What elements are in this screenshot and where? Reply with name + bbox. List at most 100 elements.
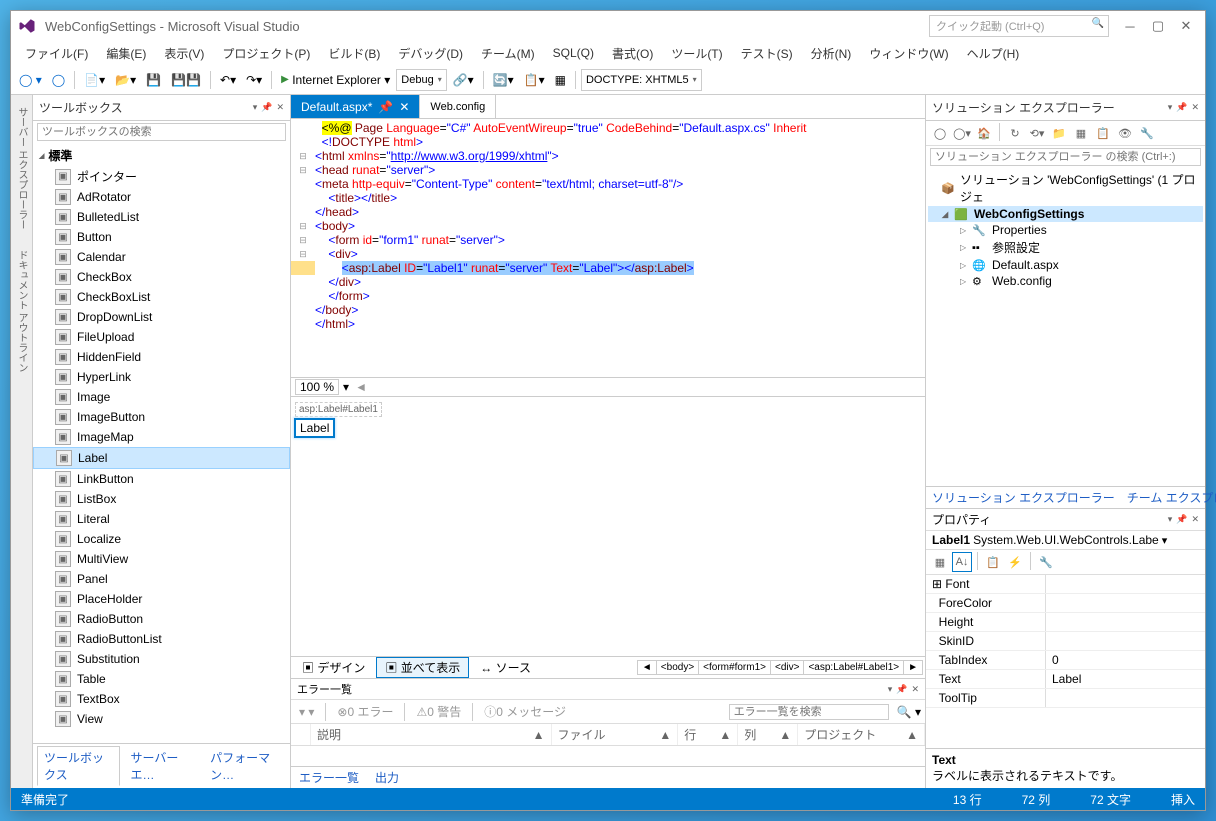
close-icon[interactable]: ✕ — [276, 102, 284, 113]
menu-format[interactable]: 書式(O) — [604, 43, 661, 64]
tree-project-node[interactable]: ◢🟩WebConfigSettings — [928, 206, 1203, 222]
breadcrumb-item[interactable]: ► — [903, 660, 923, 675]
toolbox-item-image[interactable]: ▣Image — [33, 387, 290, 407]
toolbox-item-checkbox[interactable]: ▣CheckBox — [33, 267, 290, 287]
side-tab-document-outline[interactable]: ドキュメント アウトライン — [12, 246, 31, 377]
menu-view[interactable]: 表示(V) — [156, 43, 212, 64]
property-row[interactable]: SkinID — [926, 632, 1205, 651]
close-icon[interactable]: ✕ — [399, 100, 409, 114]
minimize-button[interactable]: ─ — [1117, 16, 1143, 36]
property-object-selector[interactable]: Label1 System.Web.UI.WebControls.Labe ▾ — [926, 531, 1205, 550]
style-button[interactable]: 📋▾ — [520, 68, 549, 92]
toolbox-item-localize[interactable]: ▣Localize — [33, 529, 290, 549]
tab-performance[interactable]: パフォーマン… — [203, 746, 286, 786]
view-design-button[interactable]: ▣ デザイン — [293, 657, 374, 678]
toolbox-item-radiobutton[interactable]: ▣RadioButton — [33, 609, 290, 629]
col-description[interactable]: 説明 ▲ — [311, 724, 552, 745]
close-icon[interactable]: ✕ — [911, 684, 919, 695]
save-all-button[interactable]: 💾💾 — [167, 68, 205, 92]
menu-tools[interactable]: ツール(T) — [663, 43, 730, 64]
tab-toolbox[interactable]: ツールボックス — [37, 746, 120, 786]
toolbox-item-multiview[interactable]: ▣MultiView — [33, 549, 290, 569]
close-icon[interactable]: ✕ — [1191, 514, 1199, 525]
save-button[interactable]: 💾 — [142, 68, 165, 92]
toolbox-search-input[interactable] — [37, 123, 286, 141]
property-pages-icon[interactable]: 🔧 — [1036, 552, 1056, 572]
pin-icon[interactable]: 📌 — [1176, 102, 1187, 113]
toolbox-item-literal[interactable]: ▣Literal — [33, 509, 290, 529]
toolbox-item-label[interactable]: ▣Label — [33, 447, 290, 469]
pin-icon[interactable]: 📌 — [378, 100, 393, 114]
toolbox-item-button[interactable]: ▣Button — [33, 227, 290, 247]
pane-dropdown-icon[interactable]: ▾ — [888, 684, 893, 695]
menu-project[interactable]: プロジェクト(P) — [214, 43, 318, 64]
toolbox-item-view[interactable]: ▣View — [33, 709, 290, 729]
toolbox-item-bulletedlist[interactable]: ▣BulletedList — [33, 207, 290, 227]
menu-help[interactable]: ヘルプ(H) — [959, 43, 1028, 64]
collapse-icon[interactable]: ▦ — [1071, 123, 1091, 143]
browser-link-button[interactable]: 🔗▾ — [449, 68, 478, 92]
side-tab-server-explorer[interactable]: サーバー エクスプローラー — [12, 103, 31, 234]
toolbox-item-table[interactable]: ▣Table — [33, 669, 290, 689]
toolbox-item-textbox[interactable]: ▣TextBox — [33, 689, 290, 709]
doctype-dropdown[interactable]: DOCTYPE: XHTML5 — [581, 69, 702, 91]
toolbox-item-imagebutton[interactable]: ▣ImageButton — [33, 407, 290, 427]
doc-tab-web-config[interactable]: Web.config — [420, 95, 496, 118]
toolbox-item-linkbutton[interactable]: ▣LinkButton — [33, 469, 290, 489]
preview-icon[interactable]: 👁 — [1115, 123, 1135, 143]
tree-default-aspx[interactable]: ▷🌐Default.aspx — [928, 257, 1203, 273]
col-col[interactable]: 列 ▲ — [738, 724, 798, 745]
property-row[interactable]: ForeColor — [926, 594, 1205, 613]
toolbox-item-calendar[interactable]: ▣Calendar — [33, 247, 290, 267]
error-search-input[interactable] — [729, 704, 889, 720]
format-button[interactable]: ▦ — [551, 68, 570, 92]
tree-references[interactable]: ▷▪▪参照設定 — [928, 238, 1203, 257]
tab-server-explorer[interactable]: サーバー エ… — [124, 746, 200, 786]
toolbox-category[interactable]: 標準 — [33, 145, 290, 166]
menu-file[interactable]: ファイル(F) — [17, 43, 96, 64]
open-button[interactable]: 📂▾ — [111, 68, 140, 92]
property-row[interactable]: ToolTip — [926, 689, 1205, 708]
property-row[interactable]: Height — [926, 613, 1205, 632]
toolbox-item-checkboxlist[interactable]: ▣CheckBoxList — [33, 287, 290, 307]
menu-sql[interactable]: SQL(Q) — [545, 44, 602, 62]
col-line[interactable]: 行 ▲ — [678, 724, 738, 745]
tab-solution-explorer[interactable]: ソリューション エクスプローラー — [926, 487, 1121, 508]
toolbox-item-panel[interactable]: ▣Panel — [33, 569, 290, 589]
tab-team-explorer[interactable]: チーム エクスプローラー — [1121, 487, 1216, 508]
close-icon[interactable]: ✕ — [1191, 102, 1199, 113]
menu-debug[interactable]: デバッグ(D) — [390, 43, 471, 64]
view-source-button[interactable]: ↔ ソース — [471, 657, 540, 678]
toolbox-item-substitution[interactable]: ▣Substitution — [33, 649, 290, 669]
col-file[interactable]: ファイル ▲ — [552, 724, 679, 745]
toolbox-item-adrotator[interactable]: ▣AdRotator — [33, 187, 290, 207]
tree-solution-root[interactable]: 📦ソリューション 'WebConfigSettings' (1 プロジェ — [928, 170, 1203, 206]
wrench-icon[interactable]: 🔧 — [1137, 123, 1157, 143]
toolbox-item-placeholder[interactable]: ▣PlaceHolder — [33, 589, 290, 609]
close-button[interactable]: ✕ — [1173, 16, 1199, 36]
back-button[interactable]: ◯▾ — [952, 123, 972, 143]
toolbox-item-dropdownlist[interactable]: ▣DropDownList — [33, 307, 290, 327]
pane-dropdown-icon[interactable]: ▾ — [253, 102, 258, 113]
toolbox-item-fileupload[interactable]: ▣FileUpload — [33, 327, 290, 347]
new-project-button[interactable]: 📄▾ — [80, 68, 109, 92]
pin-icon[interactable]: 📌 — [1176, 514, 1187, 525]
quick-launch-input[interactable]: クイック起動 (Ctrl+Q) — [929, 15, 1109, 37]
tab-output[interactable]: 出力 — [367, 767, 407, 788]
menu-team[interactable]: チーム(M) — [473, 43, 543, 64]
breadcrumb-item[interactable]: ◄ — [637, 660, 657, 675]
toolbox-item-listbox[interactable]: ▣ListBox — [33, 489, 290, 509]
zoom-dropdown[interactable]: 100 % — [295, 379, 339, 395]
nav-back-button[interactable]: ◯ ▾ — [15, 68, 46, 92]
config-dropdown[interactable]: Debug — [396, 69, 446, 91]
tree-properties[interactable]: ▷🔧Properties — [928, 222, 1203, 238]
pin-icon[interactable]: 📌 — [261, 102, 272, 113]
toolbox-item-radiobuttonlist[interactable]: ▣RadioButtonList — [33, 629, 290, 649]
maximize-button[interactable]: ▢ — [1145, 16, 1171, 36]
refresh-button[interactable]: 🔄▾ — [489, 68, 518, 92]
categorize-button[interactable]: ▦ — [930, 552, 950, 572]
design-preview[interactable]: asp:Label#Label1 Label — [291, 396, 925, 656]
menu-analyze[interactable]: 分析(N) — [803, 43, 860, 64]
breadcrumb-item[interactable]: <form#form1> — [698, 660, 771, 675]
menu-edit[interactable]: 編集(E) — [98, 43, 154, 64]
